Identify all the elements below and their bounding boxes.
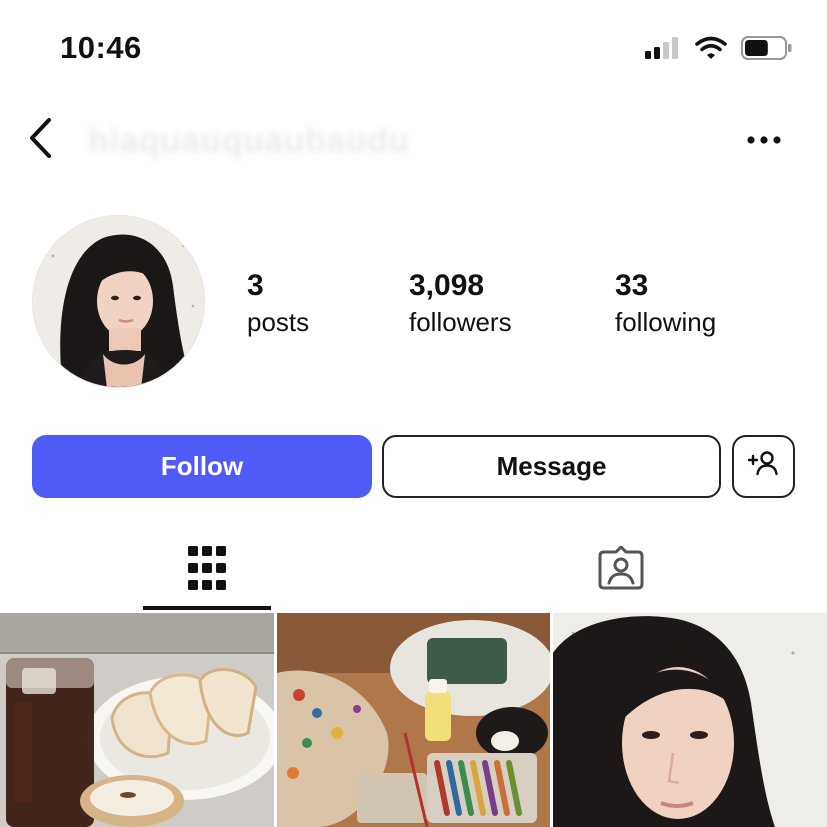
stat-following[interactable]: 33 following xyxy=(615,268,716,340)
message-button[interactable]: Message xyxy=(382,435,721,498)
add-user-icon xyxy=(747,450,780,483)
followers-label: followers xyxy=(409,307,512,337)
profile-header: hiaquauquaubaudu xyxy=(0,105,827,175)
chevron-left-icon xyxy=(27,117,53,164)
wifi-icon xyxy=(695,36,727,65)
tagged-icon xyxy=(598,545,644,595)
status-bar: 10:46 xyxy=(0,0,827,95)
status-icons xyxy=(645,36,793,65)
back-button[interactable] xyxy=(20,117,60,163)
posts-count: 3 xyxy=(247,269,264,302)
more-options-button[interactable] xyxy=(747,127,781,153)
post-thumbnail-paint-palette[interactable] xyxy=(276,613,551,827)
profile-avatar[interactable] xyxy=(32,215,205,388)
follow-button[interactable]: Follow xyxy=(32,435,372,498)
more-horizontal-icon xyxy=(747,131,781,149)
grid-icon xyxy=(187,545,226,595)
profile-tabs xyxy=(0,528,827,612)
signal-icon xyxy=(645,37,681,64)
following-label: following xyxy=(615,307,717,337)
following-count: 33 xyxy=(615,269,649,302)
profile-username: hiaquauquaubaudu xyxy=(88,122,410,160)
active-tab-indicator xyxy=(143,606,271,610)
stat-posts[interactable]: 3 posts xyxy=(247,268,309,340)
followers-count: 3,098 xyxy=(409,269,485,302)
suggested-users-button[interactable] xyxy=(732,435,795,498)
stat-followers[interactable]: 3,098 followers xyxy=(409,268,512,340)
battery-icon xyxy=(741,36,793,65)
posts-label: posts xyxy=(247,307,310,337)
post-thumbnail-coffee-bread[interactable] xyxy=(0,613,274,827)
post-thumbnail-selfie[interactable] xyxy=(553,613,827,827)
tab-posts-grid[interactable] xyxy=(0,528,413,612)
status-time: 10:46 xyxy=(60,30,142,65)
posts-grid xyxy=(0,613,827,827)
tab-tagged[interactable] xyxy=(414,528,827,612)
